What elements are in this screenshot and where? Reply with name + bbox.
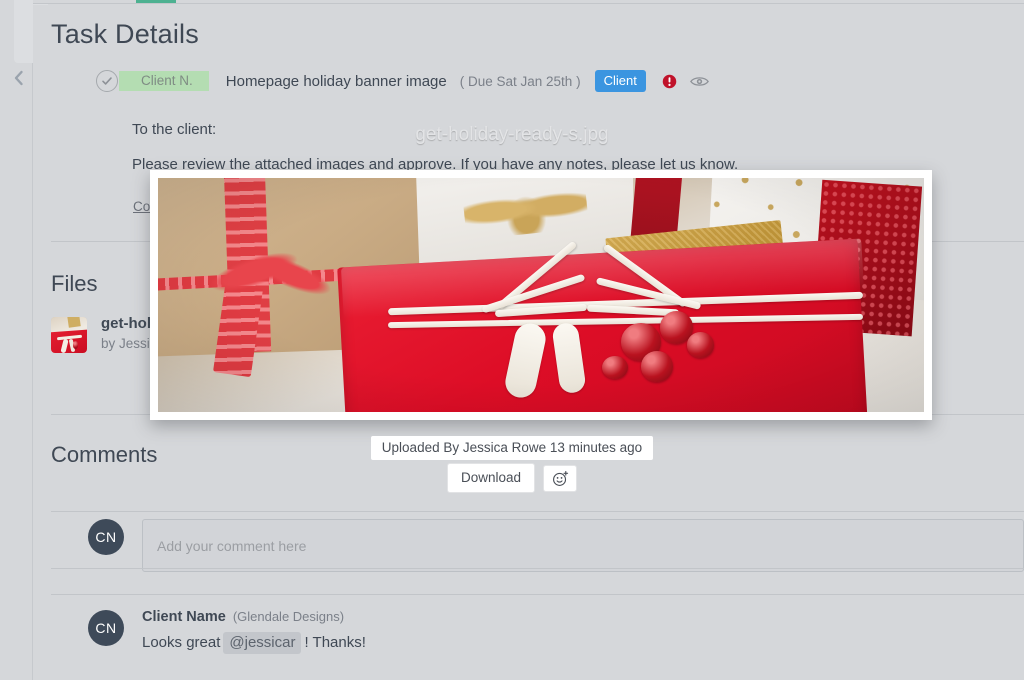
comment-text: Looks great @jessicar! Thanks! — [142, 632, 366, 654]
lightbox-actions: Download — [0, 463, 1024, 493]
lightbox-photo — [158, 178, 924, 412]
active-tab-indicator — [136, 0, 176, 3]
left-rail — [0, 0, 48, 680]
check-circle-icon[interactable] — [96, 70, 118, 92]
comment-header: Client Name (Glendale Designs) — [142, 608, 366, 626]
mention-chip[interactable]: @jessicar — [223, 632, 302, 654]
file-thumbnail-image[interactable] — [51, 317, 87, 353]
task-due-date: ( Due Sat Jan 25th ) — [459, 73, 581, 89]
comment-body: Client Name (Glendale Designs) Looks grea… — [142, 608, 366, 654]
add-reaction-icon[interactable] — [543, 464, 578, 492]
divider-comment — [51, 594, 1024, 595]
files-section-title: Files — [51, 271, 98, 296]
page-title: Task Details — [51, 19, 199, 49]
comment-compose: CN — [88, 519, 1024, 572]
comment-author: Client Name — [142, 609, 226, 625]
eye-icon[interactable] — [689, 75, 709, 88]
comment-input[interactable] — [142, 519, 1024, 572]
avatar: CN — [88, 519, 124, 555]
alert-exclamation-icon[interactable] — [662, 74, 677, 89]
list-item: CN Client Name (Glendale Designs) Looks g… — [88, 608, 366, 654]
comment-text-before: Looks great — [142, 634, 221, 651]
task-name[interactable]: Homepage holiday banner image — [226, 73, 447, 90]
tab-strip — [33, 0, 1024, 4]
task-summary-row: Client N. Homepage holiday banner image … — [96, 67, 709, 95]
comment-organization: (Glendale Designs) — [232, 609, 345, 624]
description-label: To the client: — [132, 121, 217, 138]
comment-text-after: ! Thanks! — [304, 634, 366, 651]
chevron-left-icon[interactable] — [8, 67, 28, 89]
lightbox-image-frame[interactable] — [150, 170, 932, 420]
upload-info: Uploaded By Jessica Rowe 13 minutes ago — [370, 436, 654, 460]
status-badge[interactable]: Client — [594, 70, 646, 92]
assignee-chip[interactable]: Client N. — [119, 71, 209, 91]
divider-compose-bottom — [51, 568, 1024, 569]
task-details-screen: Task Details Client N. Homepage holiday … — [0, 0, 1024, 680]
divider-compose-top — [51, 511, 1024, 512]
avatar: CN — [88, 610, 124, 646]
download-button[interactable]: Download — [446, 463, 536, 493]
